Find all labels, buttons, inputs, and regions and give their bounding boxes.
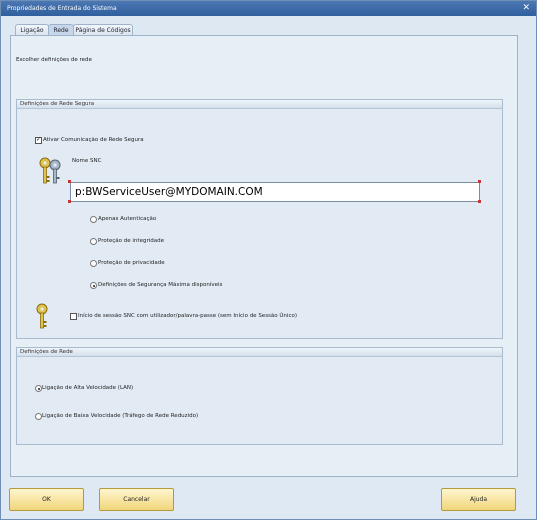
selection-handle — [478, 180, 481, 183]
snc-name-input[interactable] — [70, 182, 480, 202]
snc-name-label: Nome SNC — [72, 158, 102, 164]
cancel-button[interactable]: Cancelar — [99, 488, 174, 511]
title-bar: Propriedades de Entrada do Sistema ✕ — [1, 1, 536, 16]
radio-privacy-protection[interactable] — [90, 260, 97, 267]
radio-label: Proteção de integridade — [98, 238, 164, 244]
radio-label: Proteção de privacidade — [98, 260, 165, 266]
dialog-window: Propriedades de Entrada do Sistema ✕ Lig… — [0, 0, 537, 520]
radio-authentication-only[interactable] — [90, 216, 97, 223]
ok-button[interactable]: OK — [9, 488, 84, 511]
network-settings-group: Definições de Rede — [16, 347, 503, 445]
radio-low-speed[interactable] — [35, 413, 42, 420]
network-group-header: Definições de Rede — [17, 348, 502, 357]
radio-max-security[interactable] — [90, 282, 97, 289]
selection-handle — [478, 200, 481, 203]
activate-secure-checkbox[interactable] — [35, 136, 42, 144]
secure-group-title: Definições de Rede Segura — [20, 101, 95, 107]
secure-group-header: Definições de Rede Segura — [17, 100, 502, 109]
radio-label: Definições de Segurança Máxima disponíve… — [98, 282, 223, 288]
key-icon — [36, 303, 48, 329]
radio-label: Ligação de Baixa Velocidade (Tráfego de … — [42, 413, 199, 419]
snc-login-label: Início de sessão SNC com utilizador/pala… — [78, 313, 297, 319]
selection-handle — [68, 200, 71, 203]
activate-secure-label: Ativar Comunicação de Rede Segura — [43, 137, 144, 143]
radio-label: Ligação de Alta Velocidade (LAN) — [42, 385, 134, 391]
window-title: Propriedades de Entrada do Sistema — [7, 5, 117, 12]
help-button[interactable]: Ajuda — [441, 488, 516, 511]
network-group-title: Definições de Rede — [20, 349, 73, 355]
intro-text: Escolher definições de rede — [16, 57, 92, 63]
keys-icon — [36, 156, 64, 188]
selection-handle — [68, 180, 71, 183]
radio-integrity-protection[interactable] — [90, 238, 97, 245]
radio-high-speed[interactable] — [35, 385, 42, 392]
radio-label: Apenas Autenticação — [98, 216, 157, 222]
close-icon[interactable]: ✕ — [522, 3, 530, 13]
snc-login-checkbox[interactable] — [70, 313, 77, 320]
